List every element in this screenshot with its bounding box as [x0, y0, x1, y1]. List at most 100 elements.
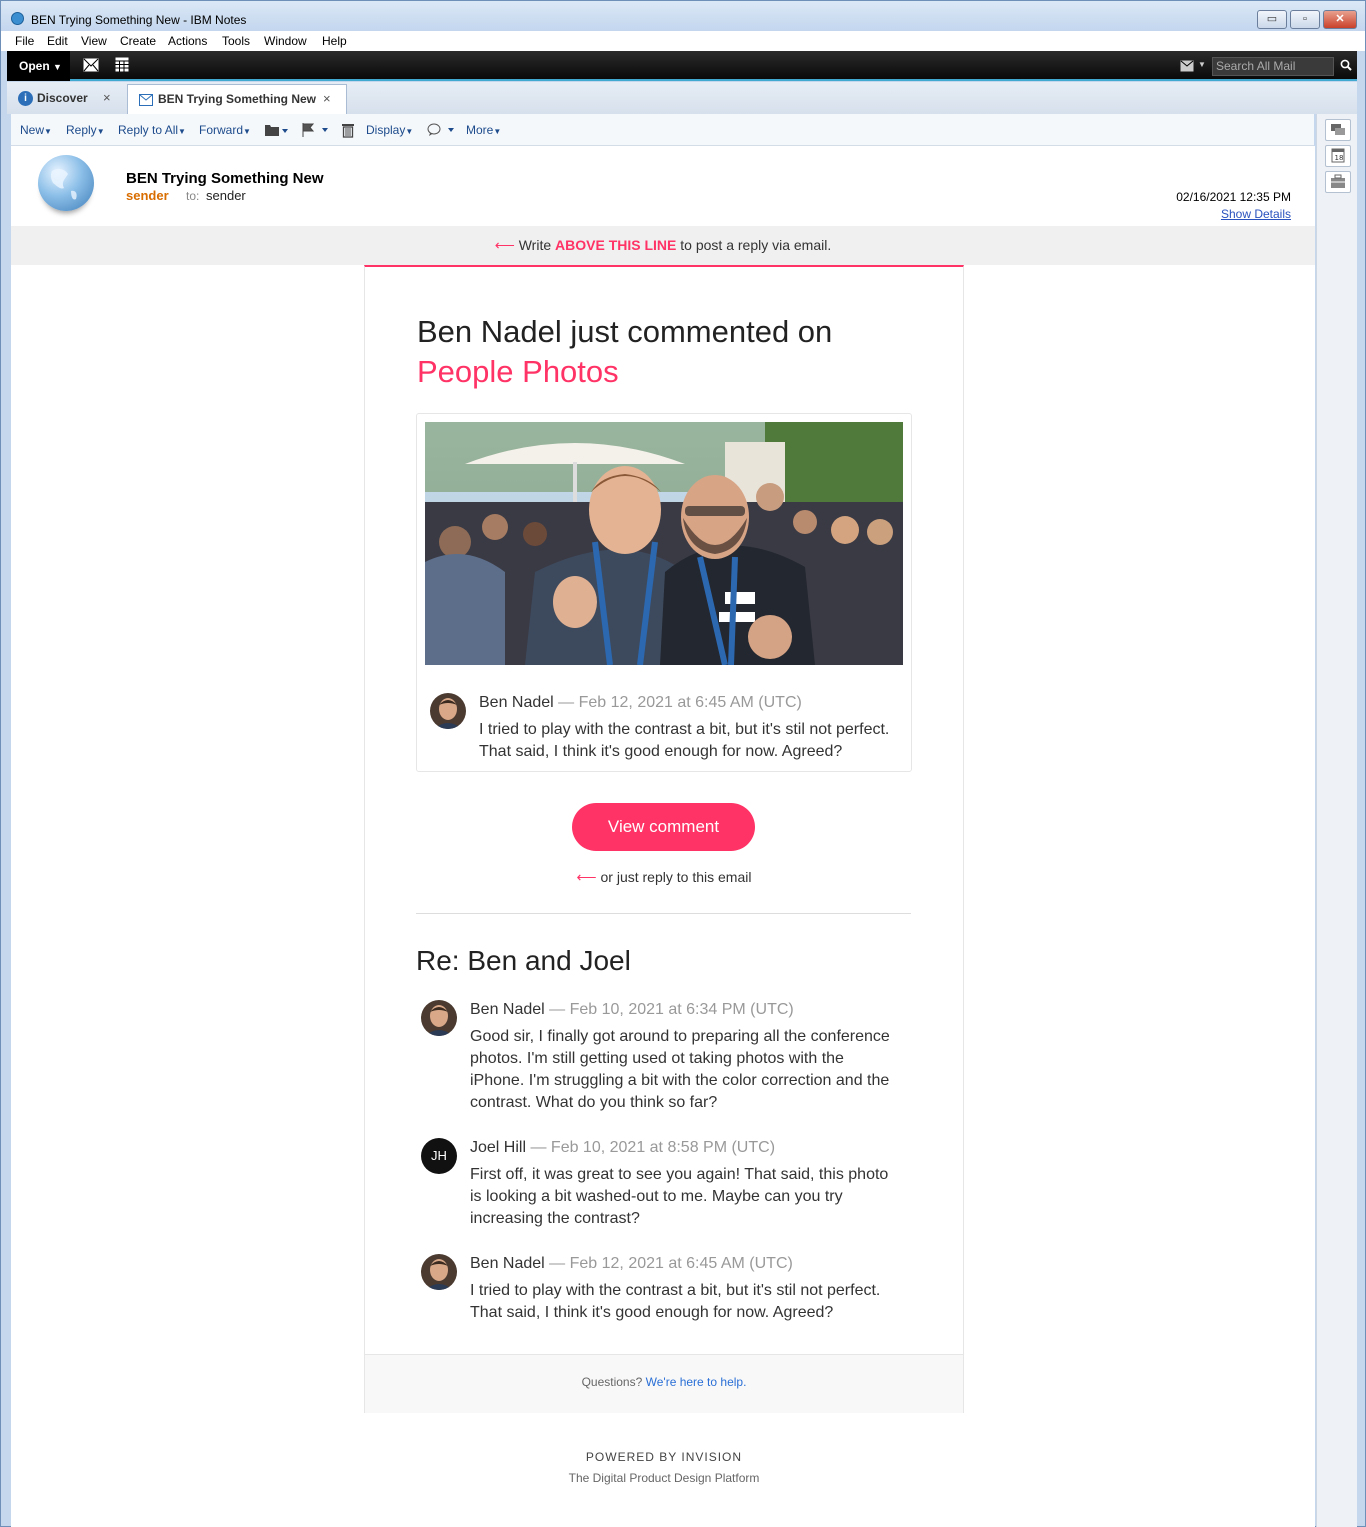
search-input[interactable]: Search All Mail — [1212, 57, 1334, 76]
comment-author: Ben Nadel — [479, 694, 554, 711]
thread-title: Re: Ben and Joel — [416, 945, 631, 976]
headline: Ben Nadel just commented on — [417, 314, 833, 349]
menu-window[interactable]: Window — [264, 34, 307, 48]
menu-tools[interactable]: Tools — [222, 34, 250, 48]
footer-text: Questions? — [581, 1375, 643, 1389]
mail-filter-icon[interactable] — [1180, 60, 1194, 72]
tab-bar: i Discover × BEN Trying Something New × — [7, 82, 1357, 114]
thread-comment-text: First off, it was great to see you again… — [470, 1164, 888, 1230]
comment-meta: — Feb 12, 2021 at 6:45 AM (UTC) — [549, 1255, 793, 1272]
left-arrow-icon: ⟵ — [576, 869, 597, 885]
calendar-icon[interactable]: 18 — [1325, 145, 1351, 167]
close-button[interactable]: ✕ — [1323, 10, 1357, 29]
reply-label: Reply — [66, 123, 97, 137]
tab-label: Discover — [37, 91, 88, 105]
restore-button[interactable]: ▫ — [1290, 10, 1320, 29]
sender-name[interactable]: sender — [126, 188, 169, 203]
comment-author: Joel Hill — [470, 1139, 527, 1156]
svg-text:18: 18 — [1335, 154, 1344, 162]
view-comment-button[interactable]: View comment — [572, 803, 755, 851]
folder-icon[interactable] — [265, 124, 289, 136]
action-bar: New▼ Reply▼ Reply to All▼ Forward▼ Displ… — [11, 114, 1314, 146]
more-button[interactable]: More▼ — [466, 123, 501, 137]
divider — [416, 913, 911, 914]
menu-file[interactable]: File — [15, 34, 34, 48]
thread-comment-header: Ben Nadel — Feb 12, 2021 at 6:45 AM (UTC… — [470, 1255, 793, 1273]
search-icon[interactable] — [1340, 59, 1352, 71]
left-arrow-icon: ⟵ — [494, 237, 515, 253]
comment-line: First off, it was great to see you again… — [470, 1166, 889, 1183]
thread-comment-text: I tried to play with the contrast a bit,… — [470, 1280, 880, 1324]
comment-line: is looking a bit washed-out to me. Maybe… — [470, 1188, 843, 1205]
avatar — [421, 1000, 457, 1036]
chevron-down-icon: ▼ — [53, 62, 62, 72]
just-reply-hint: ⟵ or just reply to this email — [365, 869, 963, 886]
people-photo — [425, 422, 903, 665]
just-reply-text: or just reply to this email — [600, 869, 752, 885]
thread-comment-text: Good sir, I finally got around to prepar… — [470, 1026, 890, 1114]
mail-icon[interactable] — [83, 58, 99, 72]
close-tab-icon[interactable]: × — [323, 85, 331, 113]
email-date: 02/16/2021 12:35 PM — [1176, 190, 1291, 204]
display-button[interactable]: Display▼ — [366, 123, 413, 137]
to-recipient[interactable]: sender — [206, 188, 246, 203]
new-button[interactable]: New▼ — [20, 123, 52, 137]
to-label: to: — [186, 189, 200, 203]
forward-button[interactable]: Forward▼ — [199, 123, 251, 137]
reply-line-banner: ⟵ Write ABOVE THIS LINE to post a reply … — [11, 226, 1315, 265]
powered-by: POWERED BY INVISION — [585, 1450, 743, 1464]
chat-icon[interactable] — [427, 123, 457, 137]
thread-comment-header: Joel Hill — Feb 10, 2021 at 8:58 PM (UTC… — [470, 1139, 775, 1157]
reply-button[interactable]: Reply▼ — [66, 123, 105, 137]
globe-icon — [38, 155, 94, 211]
tab-discover[interactable]: i Discover × — [7, 84, 125, 114]
minimize-button[interactable]: ▭ — [1257, 10, 1287, 29]
title-bar: BEN Trying Something New - IBM Notes — [1, 1, 1365, 31]
menu-create[interactable]: Create — [120, 34, 156, 48]
comment-text: I tried to play with the contrast a bit,… — [479, 719, 889, 763]
comment-author: Ben Nadel — [470, 1255, 545, 1272]
chevron-down-icon[interactable]: ▼ — [1198, 60, 1206, 69]
open-button[interactable]: Open ▼ — [7, 51, 70, 81]
main-toolbar: Open ▼ ▼ Search All Mail — [7, 51, 1357, 81]
open-label: Open — [19, 59, 50, 73]
comment-line: photos. I'm still getting used ot taking… — [470, 1050, 844, 1067]
avatar — [421, 1254, 457, 1290]
reply-line-highlight: ABOVE THIS LINE — [555, 237, 677, 253]
reply-all-label: Reply to All — [118, 123, 179, 137]
more-label: More — [466, 123, 494, 137]
comment-meta: — Feb 12, 2021 at 6:45 AM (UTC) — [558, 694, 802, 711]
comment-line: I tried to play with the contrast a bit,… — [479, 721, 890, 738]
reply-all-button[interactable]: Reply to All▼ — [118, 123, 186, 137]
comment-preview: Ben Nadel — Feb 12, 2021 at 6:45 AM (UTC… — [416, 413, 912, 772]
menu-actions[interactable]: Actions — [168, 34, 207, 48]
menu-view[interactable]: View — [81, 34, 107, 48]
show-details-link[interactable]: Show Details — [1221, 207, 1291, 221]
calendar-icon[interactable] — [115, 57, 129, 72]
headline-link[interactable]: People Photos — [417, 354, 619, 390]
window-title: BEN Trying Something New - IBM Notes — [31, 13, 247, 27]
platform-tagline: The Digital Product Design Platform — [568, 1471, 760, 1485]
menu-edit[interactable]: Edit — [47, 34, 68, 48]
close-tab-icon[interactable]: × — [103, 84, 111, 112]
comment-line: I tried to play with the contrast a bit,… — [470, 1282, 881, 1299]
mail-icon — [139, 94, 153, 106]
new-label: New — [20, 123, 45, 137]
reply-line-pre: Write — [518, 237, 552, 253]
menu-help[interactable]: Help — [322, 34, 347, 48]
reply-line-post: to post a reply via email. — [680, 237, 832, 253]
tab-email[interactable]: BEN Trying Something New × — [127, 84, 347, 114]
avatar — [430, 693, 466, 729]
email-subject: BEN Trying Something New — [126, 170, 324, 187]
trash-icon[interactable] — [341, 123, 355, 138]
help-link[interactable]: We're here to help. — [646, 1375, 747, 1389]
sametime-chat-icon[interactable] — [1325, 119, 1351, 141]
card-footer: Questions? We're here to help. — [365, 1354, 963, 1413]
flag-icon[interactable] — [302, 123, 332, 137]
email-view: BEN Trying Something New sender to: send… — [11, 146, 1315, 1527]
briefcase-icon[interactable] — [1325, 171, 1351, 193]
display-label: Display — [366, 123, 406, 137]
comment-line: iPhone. I'm struggling a bit with the co… — [470, 1072, 890, 1089]
comment-line: increasing the contrast? — [470, 1210, 640, 1227]
comment-meta: — Feb 10, 2021 at 6:34 PM (UTC) — [549, 1001, 794, 1018]
